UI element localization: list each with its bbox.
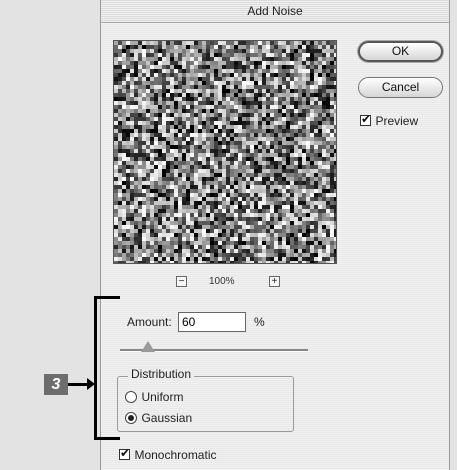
radio-gaussian-row[interactable]: Gaussian	[125, 409, 192, 427]
amount-input[interactable]: 60	[178, 312, 246, 332]
dialog-title: Add Noise	[101, 0, 449, 23]
radio-gaussian-label: Gaussian	[141, 411, 193, 425]
ok-button[interactable]: OK	[358, 41, 443, 62]
preview-checkbox[interactable]: ✔	[360, 112, 372, 127]
preview-checkbox-row[interactable]: ✔ Preview	[360, 112, 418, 130]
amount-slider-thumb[interactable]	[141, 341, 156, 352]
radio-uniform[interactable]	[125, 390, 137, 403]
checkmark-icon: ✔	[120, 446, 131, 461]
zoom-in-button[interactable]: +	[269, 276, 280, 287]
step-callout-badge: 3	[44, 374, 68, 395]
noise-preview-image[interactable]	[113, 40, 337, 264]
zoom-out-button[interactable]: −	[176, 276, 187, 287]
annotation-bracket	[94, 296, 120, 440]
monochromatic-label: Monochromatic	[134, 448, 217, 462]
checkmark-icon: ✔	[361, 112, 372, 127]
radio-uniform-row[interactable]: Uniform	[125, 388, 183, 406]
amount-label: Amount:	[127, 315, 172, 329]
radio-selected-dot	[128, 414, 134, 421]
preview-label: Preview	[375, 114, 419, 128]
cancel-button[interactable]: Cancel	[358, 77, 443, 98]
radio-uniform-label: Uniform	[141, 390, 184, 404]
monochromatic-checkbox[interactable]: ✔	[119, 446, 131, 461]
zoom-level: 100%	[209, 276, 235, 287]
distribution-title: Distribution	[128, 367, 195, 381]
radio-gaussian[interactable]	[125, 411, 137, 424]
monochromatic-checkbox-row[interactable]: ✔ Monochromatic	[119, 446, 216, 464]
amount-unit: %	[254, 315, 265, 329]
callout-arrow-icon	[87, 378, 95, 390]
